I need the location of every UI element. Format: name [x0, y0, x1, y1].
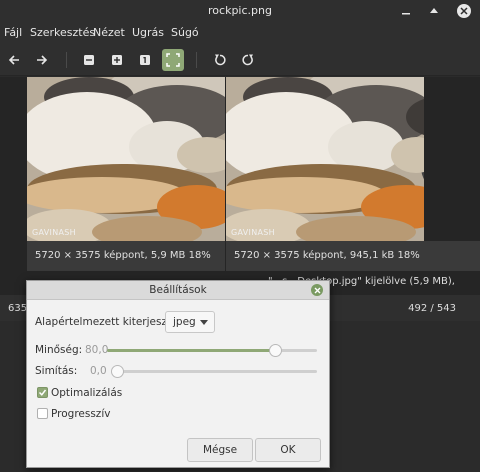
format-dropdown[interactable]: jpeg: [165, 311, 215, 333]
toolbar: [0, 44, 480, 76]
image-thumbnail[interactable]: GAVINASH: [226, 77, 424, 241]
status-left-text: 635: [8, 303, 28, 314]
progressive-label: Progresszív: [51, 408, 111, 420]
cancel-button[interactable]: Mégse: [187, 438, 253, 462]
smoothing-label: Simítás:: [35, 365, 78, 377]
rock-photo: [27, 77, 225, 241]
dialog-title: Beállítások: [149, 284, 207, 296]
image-watermark: GAVINASH: [32, 228, 76, 237]
image-caption: 5720 × 3575 képpont, 945,1 kB 18%: [234, 250, 420, 261]
image-caption-bar: 5720 × 3575 képpont, 945,1 kB 18%: [226, 241, 480, 271]
default-format-label: Alapértelmezett kiterjesztés:: [35, 316, 187, 328]
image-watermark: GAVINASH: [231, 228, 275, 237]
ok-button[interactable]: OK: [255, 438, 321, 462]
image-position-counter: 492 / 543: [408, 303, 456, 314]
rotate-left-icon[interactable]: [209, 49, 231, 71]
dialog-close-button[interactable]: [311, 284, 323, 296]
zoom-out-icon[interactable]: [78, 49, 100, 71]
minimize-icon[interactable]: [400, 5, 412, 17]
smoothing-slider[interactable]: [117, 370, 317, 373]
maximize-icon[interactable]: [428, 5, 440, 17]
close-icon: [314, 287, 320, 293]
quality-label: Minőség:: [35, 344, 83, 356]
format-selected-value: jpeg: [173, 316, 196, 328]
rock-photo: [226, 77, 424, 241]
image-viewer: GAVINASH GAVINASH 5720 × 3575 képpont, 5…: [0, 77, 480, 295]
arrow-left-icon[interactable]: [3, 49, 25, 71]
menu-file[interactable]: Fájl: [4, 26, 22, 39]
menu-edit[interactable]: Szerkesztés: [30, 26, 95, 39]
smoothing-slider-knob[interactable]: [111, 365, 124, 378]
menu-view[interactable]: Nézet: [93, 26, 125, 39]
zoom-in-icon[interactable]: [106, 49, 128, 71]
chevron-down-icon: [200, 320, 208, 325]
image-caption-bar: 5720 × 3575 képpont, 5,9 MB 18%: [27, 241, 225, 271]
optimize-checkbox[interactable]: [37, 387, 48, 398]
menu-go[interactable]: Ugrás: [132, 26, 164, 39]
fit-window-icon[interactable]: [162, 49, 184, 71]
settings-dialog: Beállítások Alapértelmezett kiterjesztés…: [26, 280, 330, 468]
arrow-right-icon[interactable]: [31, 49, 53, 71]
quality-value: 80,0: [85, 344, 109, 356]
title-bar: rockpic.png: [0, 0, 480, 22]
zoom-1to1-icon[interactable]: [134, 49, 156, 71]
toolbar-separator: [66, 52, 67, 68]
menu-help[interactable]: Súgó: [171, 26, 199, 39]
progressive-checkbox[interactable]: [37, 408, 48, 419]
checkmark-icon: [38, 389, 47, 396]
close-icon: [460, 7, 468, 15]
dialog-titlebar: Beállítások: [27, 281, 329, 300]
rotate-right-icon[interactable]: [237, 49, 259, 71]
close-window-button[interactable]: [457, 4, 471, 18]
optimize-label: Optimalizálás: [51, 387, 123, 399]
smoothing-value: 0,0: [90, 365, 107, 377]
menu-bar: Fájl Szerkesztés Nézet Ugrás Súgó: [0, 22, 480, 44]
image-thumbnail[interactable]: GAVINASH: [27, 77, 225, 241]
toolbar-separator: [196, 52, 197, 68]
quality-slider-knob[interactable]: [269, 344, 282, 357]
image-caption: 5720 × 3575 képpont, 5,9 MB 18%: [35, 250, 211, 261]
quality-slider-fill: [107, 349, 275, 352]
